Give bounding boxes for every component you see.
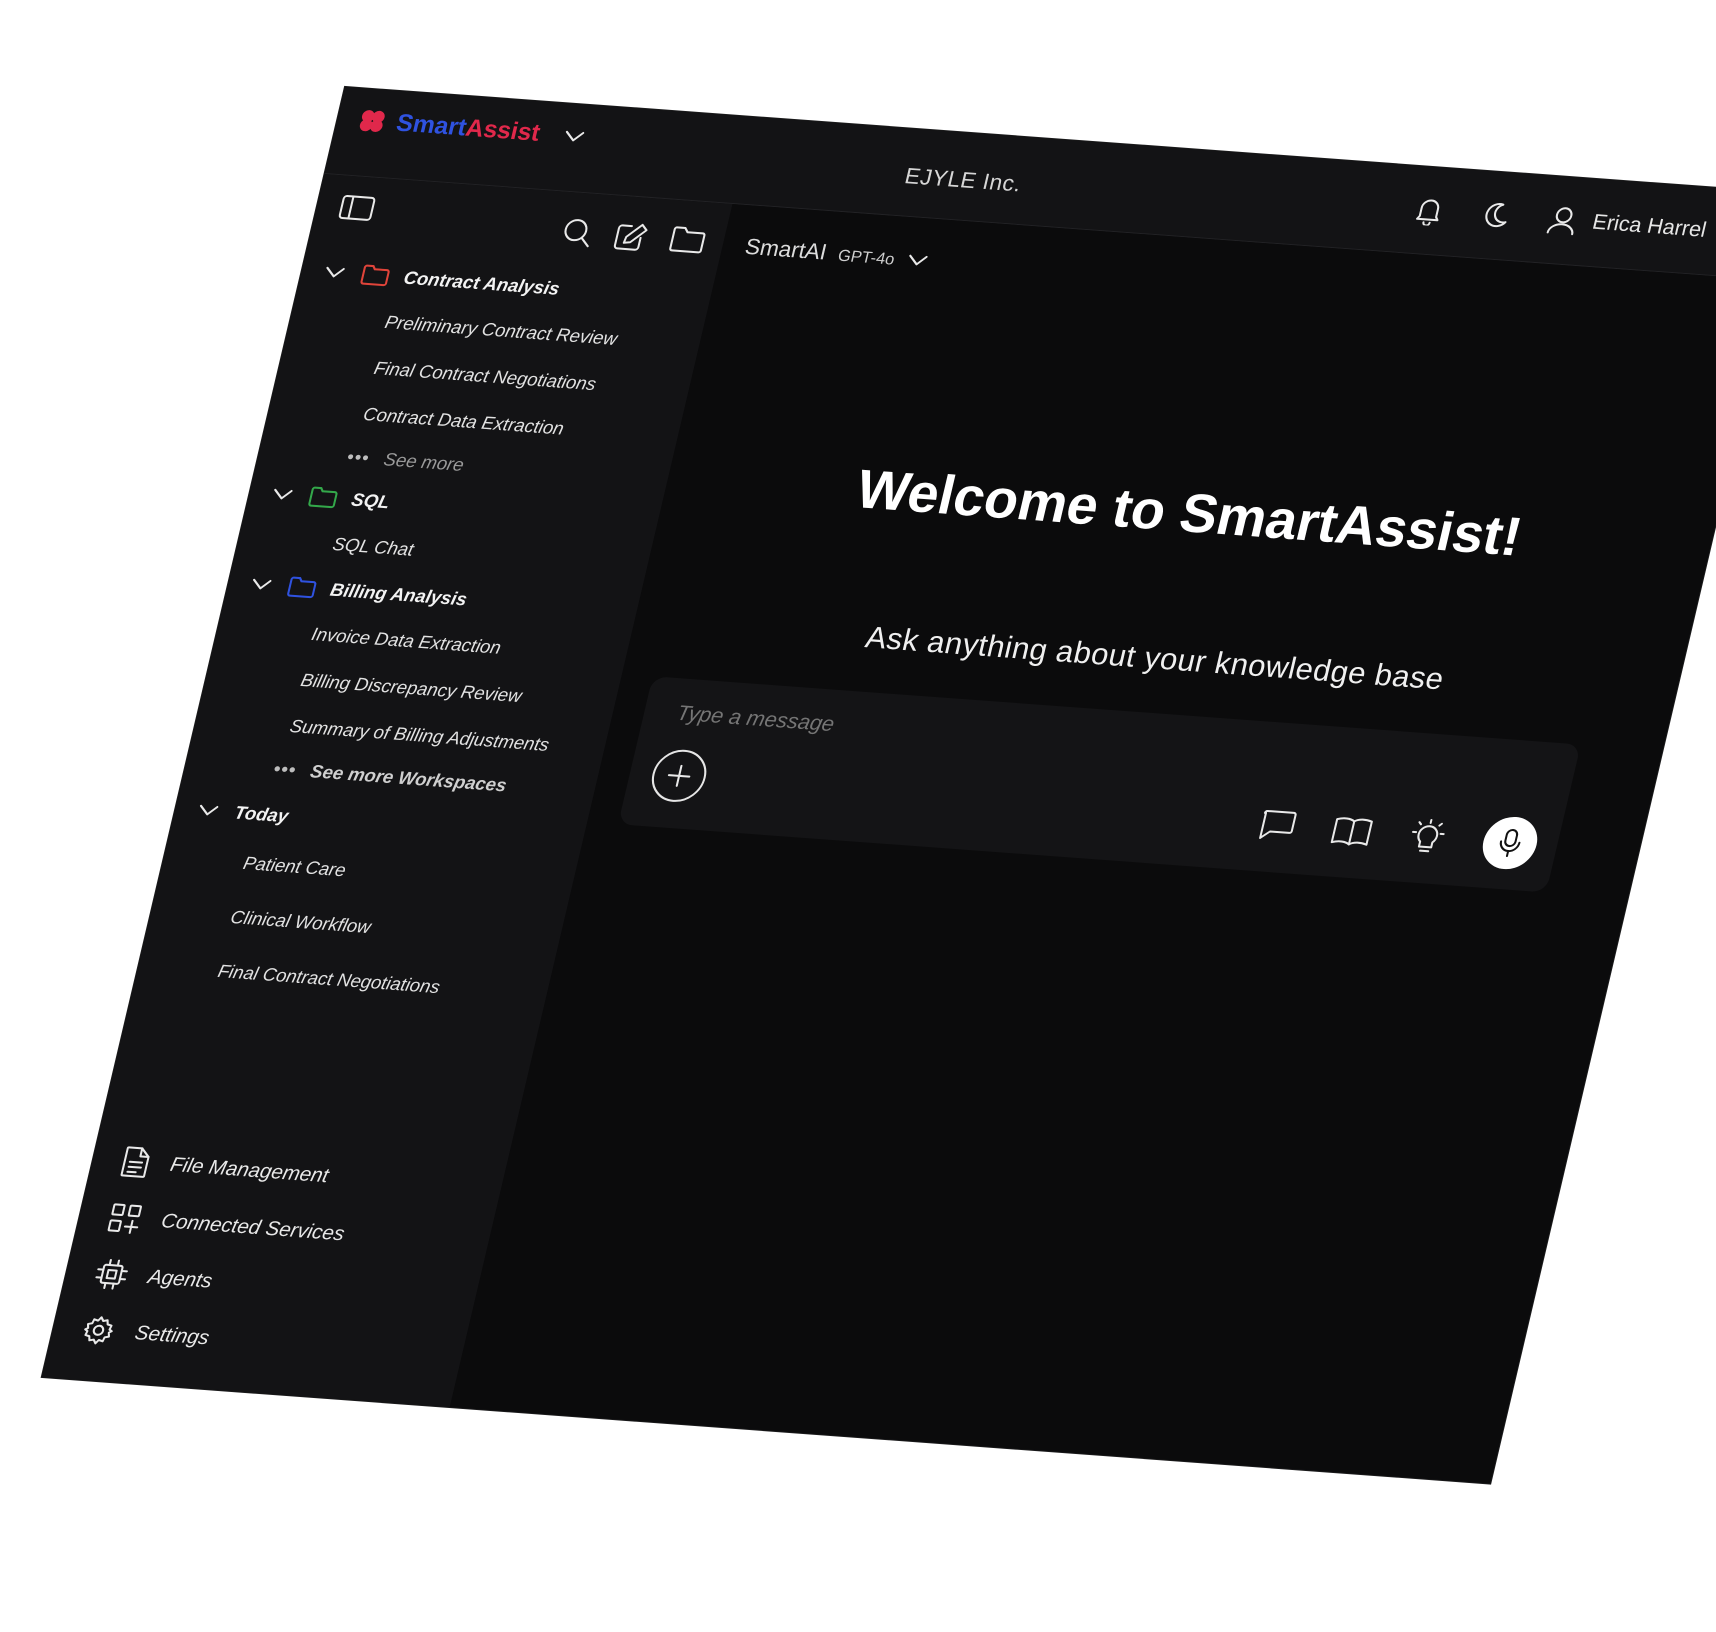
sidebar-toggle-icon[interactable] <box>337 194 378 223</box>
chevron-down-icon <box>250 578 275 592</box>
grid-plus-icon <box>105 1201 145 1235</box>
brand-name-part1: Smart <box>393 109 470 142</box>
folder-icon <box>285 575 319 599</box>
user-icon <box>1544 204 1582 236</box>
sidebar-bottom-nav: File Management Connected Services Agent… <box>47 1131 508 1385</box>
add-attachment-button[interactable] <box>646 747 712 804</box>
today-list: Patient Care Clinical Workflow Final Con… <box>132 830 578 1022</box>
microphone-button[interactable] <box>1477 815 1543 871</box>
workspace-label: Contract Analysis <box>401 267 562 299</box>
composer-actions <box>1253 799 1543 871</box>
message-composer <box>617 676 1581 893</box>
nav-label: Settings <box>132 1321 212 1349</box>
more-dots-icon: ••• <box>271 758 299 781</box>
moon-icon[interactable] <box>1477 199 1515 231</box>
app-window: SmartAssist EJYLE Inc. Erica Harrel Cont… <box>41 87 1716 1484</box>
workspace-label: Billing Analysis <box>328 579 470 610</box>
folder-icon <box>359 263 393 287</box>
chevron-down-icon <box>563 130 586 144</box>
welcome-title: Welcome to SmartAssist! <box>850 458 1528 568</box>
file-icon <box>118 1145 154 1179</box>
stage: SmartAssist EJYLE Inc. Erica Harrel Cont… <box>0 0 1716 1632</box>
chip-icon <box>92 1257 132 1291</box>
microphone-icon <box>1499 829 1521 858</box>
chevron-down-icon <box>323 266 348 280</box>
history-group-label: Today <box>232 801 291 826</box>
folder-icon[interactable] <box>667 224 709 257</box>
organization-name: EJYLE Inc. <box>902 163 1025 197</box>
user-menu[interactable]: Erica Harrel <box>1544 204 1716 248</box>
message-input[interactable] <box>672 700 1546 791</box>
lightbulb-icon[interactable] <box>1404 817 1452 858</box>
more-dots-icon: ••• <box>345 446 373 469</box>
see-more-label: See more <box>381 449 466 475</box>
chevron-down-icon <box>197 804 222 818</box>
workspace-label: SQL <box>349 489 393 512</box>
new-chat-icon[interactable] <box>612 220 652 252</box>
nav-label: Agents <box>145 1265 215 1293</box>
model-name: SmartAI <box>742 233 830 265</box>
model-selector[interactable]: SmartAI GPT-4o <box>742 234 930 273</box>
plus-icon <box>667 764 691 787</box>
clover-logo-icon <box>359 110 385 132</box>
bell-icon[interactable] <box>1412 194 1448 227</box>
user-name: Erica Harrel <box>1590 210 1709 242</box>
chevron-down-icon <box>905 254 928 268</box>
nav-label: File Management <box>168 1153 331 1187</box>
book-icon[interactable] <box>1329 814 1375 849</box>
brand-name-part2: Assist <box>462 114 543 147</box>
chat-bubble-icon[interactable] <box>1255 809 1299 844</box>
gear-icon <box>78 1313 118 1347</box>
brand-switcher[interactable]: SmartAssist <box>355 107 588 152</box>
folder-icon <box>306 485 340 509</box>
top-actions: Erica Harrel <box>1412 194 1716 248</box>
nav-label: Connected Services <box>159 1209 347 1245</box>
chevron-down-icon <box>271 488 296 502</box>
model-version: GPT-4o <box>836 247 897 269</box>
search-icon[interactable] <box>559 216 597 248</box>
